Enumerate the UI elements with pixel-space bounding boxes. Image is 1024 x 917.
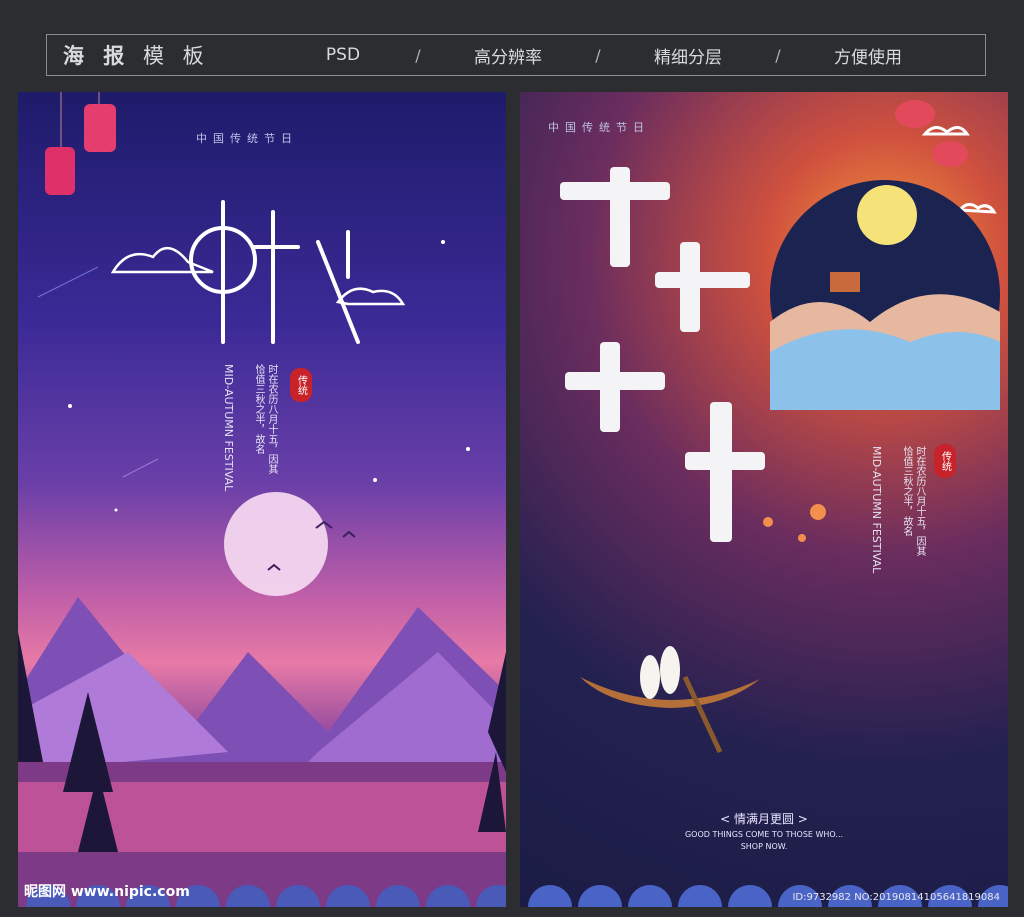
header-title-rest: 模 板 (130, 44, 210, 68)
left-poster-art (18, 92, 506, 907)
sky-lantern-icon (798, 534, 806, 542)
title-calligraphy-icon (189, 200, 360, 344)
header-bar: 海 报 模 板 PSD / 高分辨率 / 精细分层 / 方便使用 (46, 34, 986, 76)
tagline-cn: < 情满月更圆 > (720, 812, 808, 826)
tagline-en2: SHOP NOW. (740, 842, 788, 851)
header-item-psd: PSD (325, 45, 361, 65)
separator: / (415, 45, 421, 65)
left-seal: 传统 (290, 368, 312, 402)
right-vertical-en: MID-AUTUMN FESTIVAL (870, 446, 883, 574)
left-watermark: 昵图网 www.nipic.com (24, 884, 190, 900)
title-calligraphy-icon (560, 167, 765, 542)
wave-hill-icon (770, 329, 1000, 410)
left-vertical-cn: 时在农历八月十五，因其恰值三秋之半，故名 (253, 364, 277, 474)
left-poster: 中国传统节日 时在农历八月十五，因其恰值三秋之半，故名 MID-AUTUMN F… (18, 92, 506, 907)
separator: / (595, 45, 601, 65)
right-poster-art (528, 100, 1008, 907)
right-poster: 中国传统节日 时在农历八月十五，因其恰值三秋之半，故名 MID-AUTUMN F… (520, 92, 1008, 907)
header-title: 海 报 模 板 (63, 40, 283, 70)
meteor-icon (37, 266, 99, 298)
sky-lantern-icon (763, 517, 773, 527)
rabbit-icon (640, 646, 680, 699)
meteor-icon (122, 458, 159, 478)
sky-lantern-icon (810, 504, 826, 520)
header-title-bold: 海 报 (63, 44, 131, 68)
left-vertical-en: MID-AUTUMN FESTIVAL (222, 364, 235, 492)
moon-icon (224, 492, 328, 596)
separator: / (775, 45, 781, 65)
header-item-usage: 方便使用 (834, 47, 902, 68)
id-watermark: ID:9732982 NO:20190814105641819084 (792, 892, 1000, 903)
lantern-icon (45, 92, 116, 195)
right-seal: 传统 (934, 444, 956, 478)
cloud-icon (110, 247, 406, 306)
pavilion-icon (830, 272, 860, 292)
header-item-layers: 精细分层 (654, 47, 722, 68)
moon-icon (857, 185, 917, 245)
right-vertical-cn: 时在农历八月十五，因其恰值三秋之半，故名 (901, 446, 925, 556)
tagline-en: GOOD THINGS COME TO THOSE WHO... (684, 830, 844, 839)
oar-icon (682, 675, 723, 754)
header-item-resolution: 高分辨率 (474, 47, 542, 68)
right-top-text: 中国传统节日 (548, 121, 650, 134)
left-top-text: 中国传统节日 (196, 132, 298, 145)
